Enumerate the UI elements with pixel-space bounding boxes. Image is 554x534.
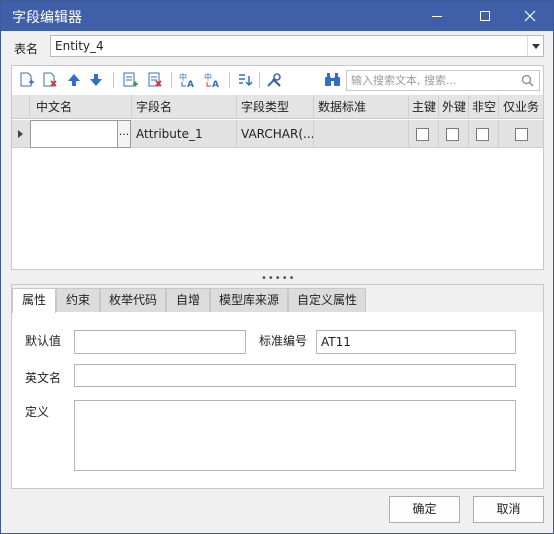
column-header-foreign-key[interactable]: 外键 [439, 95, 469, 119]
tab-properties[interactable]: 属性 [12, 288, 56, 313]
chinese-name-cell[interactable] [30, 120, 118, 148]
column-header-chinese-name[interactable]: 中文名 [30, 95, 132, 119]
clear-icon [148, 72, 162, 87]
svg-text:A: A [212, 80, 219, 88]
tab-custom-attributes[interactable]: 自定义属性 [288, 288, 366, 312]
binoculars-icon [325, 73, 340, 86]
foreign-key-cell [439, 120, 469, 148]
title-bar[interactable]: 字段编辑器 [1, 1, 553, 31]
move-up-icon [68, 74, 80, 86]
data-standard-cell[interactable] [314, 120, 409, 148]
english-name-input[interactable] [74, 364, 516, 387]
tab-auto-increment[interactable]: 自增 [166, 288, 210, 312]
column-header-data-standard[interactable]: 数据标准 [314, 95, 409, 119]
ellipsis-button[interactable]: ... [117, 120, 131, 148]
svg-text:中: 中 [204, 72, 212, 82]
column-header-field-type[interactable]: 字段类型 [237, 95, 314, 119]
column-header-field-name[interactable]: 字段名 [132, 95, 237, 119]
close-icon [524, 10, 536, 22]
field-name-cell[interactable]: Attribute_1 [132, 120, 237, 148]
tools-icon [267, 73, 281, 87]
chevron-down-icon [532, 44, 540, 49]
find-button[interactable] [324, 72, 340, 88]
add-field-button[interactable] [19, 72, 35, 88]
maximize-icon [480, 11, 490, 21]
tools-button[interactable] [266, 72, 282, 88]
tab-model-library-source[interactable]: 模型库来源 [210, 288, 288, 312]
column-header-primary-key[interactable]: 主键 [409, 95, 439, 119]
toolbar-separator [229, 72, 230, 88]
rename-b-button[interactable]: 中 A [204, 72, 220, 90]
svg-text:A: A [187, 80, 194, 88]
search-input[interactable] [351, 73, 516, 88]
move-down-icon [90, 74, 102, 86]
grid-header: 中文名 字段名 字段类型 数据标准 主键 外键 非空 仅业务 [12, 95, 543, 119]
insert-row-button[interactable] [122, 72, 138, 88]
definition-textarea[interactable] [74, 400, 516, 471]
minimize-button[interactable] [415, 1, 461, 31]
tab-constraints[interactable]: 约束 [56, 288, 100, 312]
standard-number-label: 标准编号 [259, 334, 308, 348]
panel-splitter[interactable]: ••••• [261, 273, 296, 284]
toolbar-separator [171, 72, 172, 88]
table-name-select[interactable]: Entity_4 [50, 35, 544, 57]
default-value-input[interactable] [74, 330, 246, 354]
english-name-label: 英文名 [25, 371, 62, 385]
business-only-cell [499, 120, 543, 148]
field-type-cell[interactable]: VARCHAR(... [237, 120, 314, 148]
table-name-label: 表名 [14, 42, 39, 56]
default-value-label: 默认值 [25, 334, 62, 348]
standard-number-input[interactable] [316, 330, 516, 354]
dropdown-button[interactable] [527, 36, 543, 56]
move-up-button[interactable] [66, 72, 82, 88]
column-header-business-only[interactable]: 仅业务 [499, 95, 543, 119]
tab-strip: 属性 约束 枚举代码 自增 模型库来源 自定义属性 [12, 285, 543, 313]
fields-grid-panel: 中 A 中 A 输入搜索文本, 搜索... 中文名 字段名 字段类型 数据标准 … [11, 65, 544, 270]
field-editor-window: 字段编辑器 表名 Entity_4 中 A 中 A 输入搜索文本, 搜索... … [0, 0, 554, 534]
svg-text:中: 中 [179, 72, 187, 82]
window-title: 字段编辑器 [12, 10, 82, 26]
clear-button[interactable] [147, 72, 163, 88]
not-null-cell [469, 120, 499, 148]
definition-label: 定义 [25, 405, 50, 419]
row-indicator-icon [18, 130, 23, 138]
table-row[interactable]: ... Attribute_1 VARCHAR(... [12, 120, 543, 148]
search-box[interactable] [346, 70, 540, 91]
maximize-button[interactable] [463, 1, 509, 31]
toolbar-separator [113, 72, 114, 88]
ok-button[interactable]: 确定 [389, 496, 460, 523]
close-button[interactable] [507, 1, 553, 31]
primary-key-checkbox[interactable] [416, 128, 429, 141]
grid-toolbar: 中 A 中 A [12, 66, 543, 95]
rename-a-button[interactable]: 中 A [179, 72, 195, 90]
column-header-not-null[interactable]: 非空 [469, 95, 499, 119]
delete-field-icon [43, 72, 57, 87]
tab-enum-codes[interactable]: 枚举代码 [100, 288, 166, 312]
import-icon [239, 74, 253, 87]
business-only-checkbox[interactable] [515, 128, 528, 141]
rename-a-icon: 中 A [179, 72, 194, 90]
insert-row-icon [123, 72, 138, 87]
rename-b-icon: 中 A [204, 72, 219, 90]
add-field-icon [20, 72, 34, 87]
import-button[interactable] [237, 72, 253, 88]
primary-key-cell [409, 120, 439, 148]
row-header-corner [12, 95, 30, 119]
not-null-checkbox[interactable] [476, 128, 489, 141]
search-icon[interactable] [521, 74, 534, 87]
cancel-button[interactable]: 取消 [473, 496, 544, 523]
properties-tab-panel: 属性 约束 枚举代码 自增 模型库来源 自定义属性 默认值 标准编号 英文名 定… [11, 284, 544, 489]
foreign-key-checkbox[interactable] [446, 128, 459, 141]
move-down-button[interactable] [88, 72, 104, 88]
toolbar-separator [259, 72, 260, 88]
delete-field-button[interactable] [42, 72, 58, 88]
table-name-value: Entity_4 [55, 39, 104, 53]
minimize-icon [432, 16, 442, 17]
